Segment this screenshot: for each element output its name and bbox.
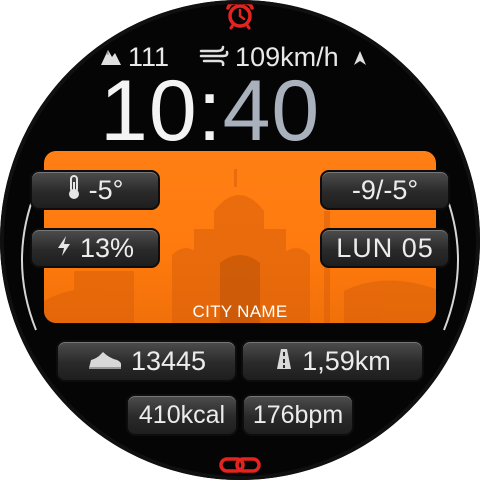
time-separator: : — [197, 63, 223, 159]
steps-value: 13445 — [130, 345, 207, 376]
min-max-temperature-complication[interactable]: -9/-5° — [320, 170, 450, 210]
calories-complication[interactable]: 410kcal — [126, 394, 238, 436]
city-name: CITY NAME — [192, 302, 288, 321]
heart-rate-value: 176bpm — [252, 400, 344, 429]
alarm-icon[interactable] — [224, 0, 256, 30]
road-icon — [274, 346, 294, 377]
min-max-value: -9/-5° — [351, 174, 419, 205]
distance-complication[interactable]: 1,59km — [241, 340, 424, 382]
battery-value: 13% — [79, 232, 135, 263]
temperature-value: -5° — [88, 174, 124, 205]
time-hours: 10 — [100, 63, 198, 159]
heart-rate-complication[interactable]: 176bpm — [242, 394, 354, 436]
date-value: LUN 05 — [336, 232, 434, 263]
shoe-icon — [87, 346, 123, 377]
link-icon[interactable] — [218, 454, 262, 476]
distance-value: 1,59km — [302, 345, 391, 376]
watch-face: CITY NAME 111 109km/h 10:40 -5° 13% -9/-… — [0, 0, 480, 480]
direction-arrow-icon — [353, 42, 367, 73]
temperature-complication[interactable]: -5° — [30, 170, 160, 210]
time-display: 10:40 — [100, 68, 390, 154]
battery-complication[interactable]: 13% — [30, 228, 160, 268]
time-minutes: 40 — [222, 63, 321, 159]
bolt-icon — [56, 233, 72, 264]
thermometer-icon — [67, 174, 81, 207]
date-complication[interactable]: LUN 05 — [320, 228, 450, 268]
steps-complication[interactable]: 13445 — [56, 340, 237, 382]
calories-value: 410kcal — [138, 400, 226, 429]
